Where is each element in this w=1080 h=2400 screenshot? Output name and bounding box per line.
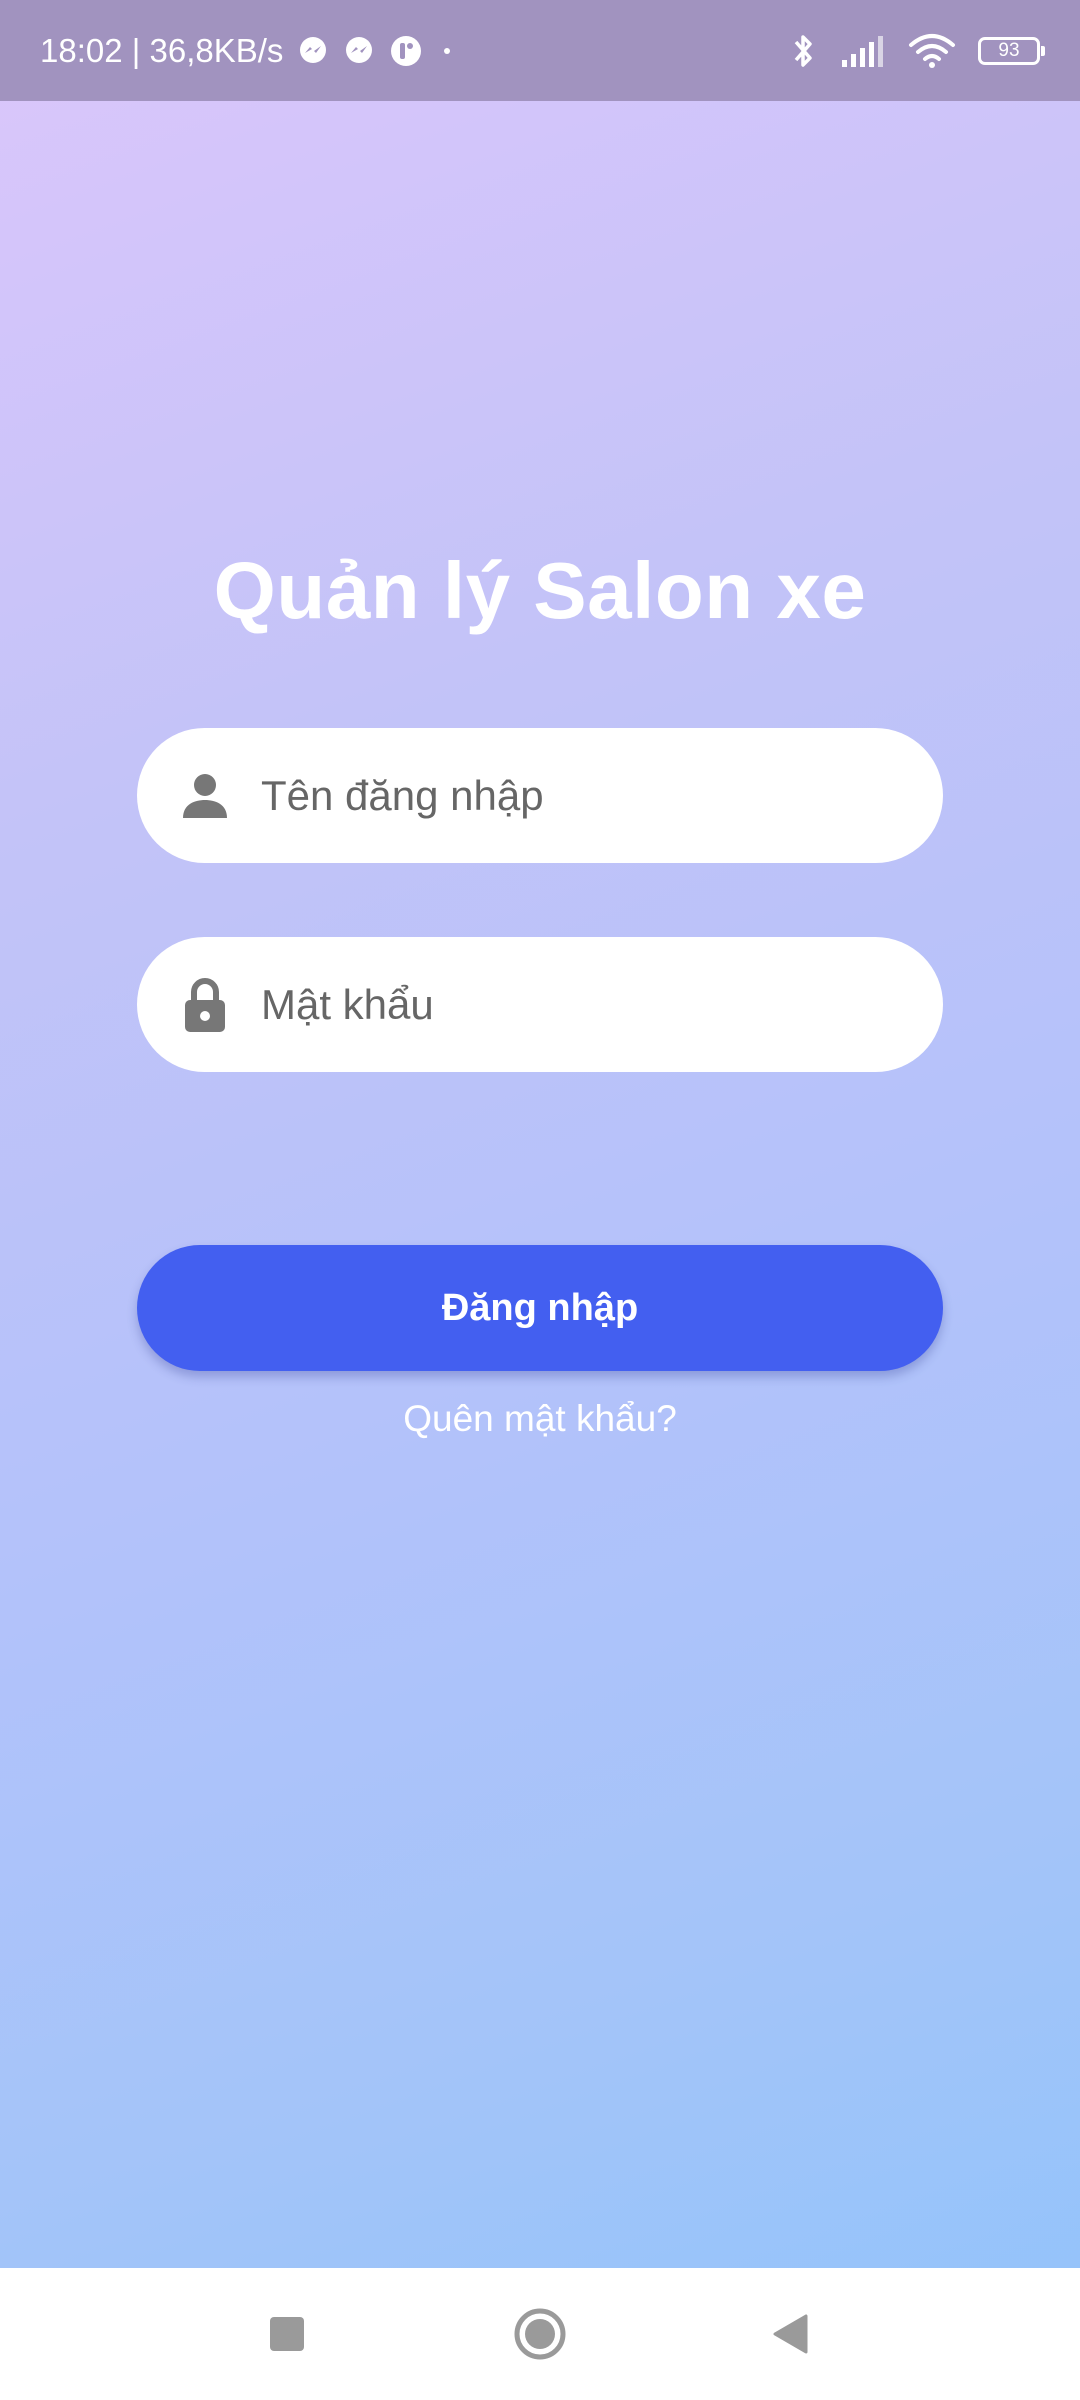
back-icon[interactable] (730, 2268, 850, 2400)
app-icon (389, 34, 423, 68)
signal-icon (840, 34, 886, 68)
login-button[interactable]: Đăng nhập (137, 1245, 943, 1371)
wifi-icon (908, 33, 956, 69)
navigation-bar (0, 2268, 1080, 2400)
home-icon[interactable] (480, 2268, 600, 2400)
dot-icon (437, 41, 457, 61)
status-bar: 18:02 | 36,8KB/s 93 (0, 0, 1080, 101)
app-title: Quản lý Salon xe (213, 546, 867, 635)
status-left: 18:02 | 36,8KB/s (40, 0, 457, 101)
messenger-icon (343, 35, 375, 67)
recents-icon[interactable] (227, 2268, 347, 2400)
bluetooth-icon (788, 31, 818, 71)
forgot-password-link[interactable]: Quên mật khẩu? (0, 1398, 1080, 1440)
username-field[interactable] (137, 728, 943, 863)
person-icon (177, 768, 233, 824)
login-screen: 18:02 | 36,8KB/s 93 Quản lý Salon xe Tên… (0, 0, 1080, 2400)
lock-icon (177, 977, 233, 1033)
username-input[interactable] (259, 770, 903, 821)
password-input[interactable] (259, 979, 903, 1030)
password-field[interactable] (137, 937, 943, 1072)
battery-level: 93 (998, 39, 1020, 61)
status-right: 93 (788, 0, 1045, 101)
status-time-speed: 18:02 | 36,8KB/s (40, 31, 284, 69)
messenger-icon (297, 35, 329, 67)
battery-icon: 93 (978, 36, 1045, 65)
